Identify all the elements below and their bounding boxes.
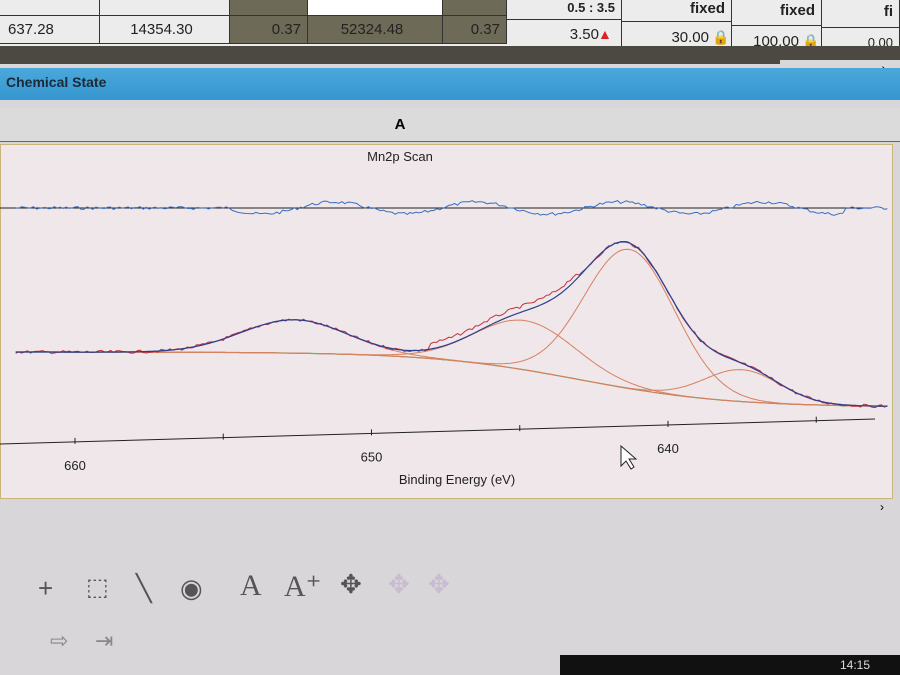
fixed-header: fixed xyxy=(732,0,822,26)
mn2p-chart: Mn2p Scan 660 650 640 Binding Energy (eV) xyxy=(0,149,888,487)
zoom-in-icon[interactable]: ✥ xyxy=(388,569,410,600)
fwhm-cell[interactable]: 0.37 xyxy=(443,16,507,44)
line-tool-icon[interactable]: ╲ xyxy=(136,573,152,604)
height-cell[interactable]: 14354.30 xyxy=(100,16,230,44)
step-end-icon[interactable]: ⇥ xyxy=(95,628,113,654)
text-icon[interactable]: A xyxy=(240,569,262,603)
range-header: 0.5 : 3.5 xyxy=(507,0,622,20)
text-plus-icon[interactable]: A⁺ xyxy=(284,569,322,604)
warning-icon: ▲ xyxy=(598,26,612,42)
x-tick-label: 650 xyxy=(361,449,383,464)
component-satellite xyxy=(15,319,888,407)
horizontal-scrollbar[interactable] xyxy=(0,46,900,64)
fixed-header: fixed xyxy=(622,0,732,22)
crosshair-icon[interactable]: + xyxy=(38,573,53,604)
x-tick-label: 640 xyxy=(657,441,679,456)
taskbar: 14:15 xyxy=(560,655,900,675)
position-cell[interactable]: 637.28 xyxy=(0,16,100,44)
select-region-icon[interactable]: ⬚ xyxy=(86,573,109,602)
scroll-right-icon[interactable]: › xyxy=(880,500,884,514)
peak-table: 0.5 : 3.5 fixed fixed fi 637.28 14354.30… xyxy=(0,0,900,58)
secondary-toolbar: ⇨ ⇥ xyxy=(0,620,200,660)
fwhm-cell[interactable]: 0.37 xyxy=(230,16,308,44)
zoom-out-icon[interactable]: ✥ xyxy=(428,569,450,600)
chart-title: Mn2p Scan xyxy=(367,149,433,164)
chemical-state-header: Chemical State xyxy=(0,68,900,100)
step-forward-icon[interactable]: ⇨ xyxy=(50,628,68,654)
component-peak-low xyxy=(15,351,888,407)
x-axis xyxy=(0,418,876,445)
component-peak-2 xyxy=(15,319,888,407)
lock-icon[interactable]: 🔒 xyxy=(712,29,729,46)
eye-icon[interactable]: ◉ xyxy=(180,573,203,604)
x-tick-label: 660 xyxy=(64,458,86,473)
toolbar: + ⬚ ╲ ◉ A A⁺ ✥ ✥ ✥ xyxy=(0,565,900,610)
clock: 14:15 xyxy=(839,658,870,672)
component-peak-main xyxy=(15,248,888,407)
area-cell[interactable]: 52324.48 xyxy=(308,16,443,44)
mouse-cursor-icon xyxy=(620,444,638,470)
move-icon[interactable]: ✥ xyxy=(340,569,362,600)
x-axis-label: Binding Energy (eV) xyxy=(399,472,515,487)
data-line xyxy=(15,241,888,409)
graph-tab-title: A xyxy=(0,108,900,142)
fixed-header: fi xyxy=(822,0,900,28)
envelope-line xyxy=(15,241,888,407)
